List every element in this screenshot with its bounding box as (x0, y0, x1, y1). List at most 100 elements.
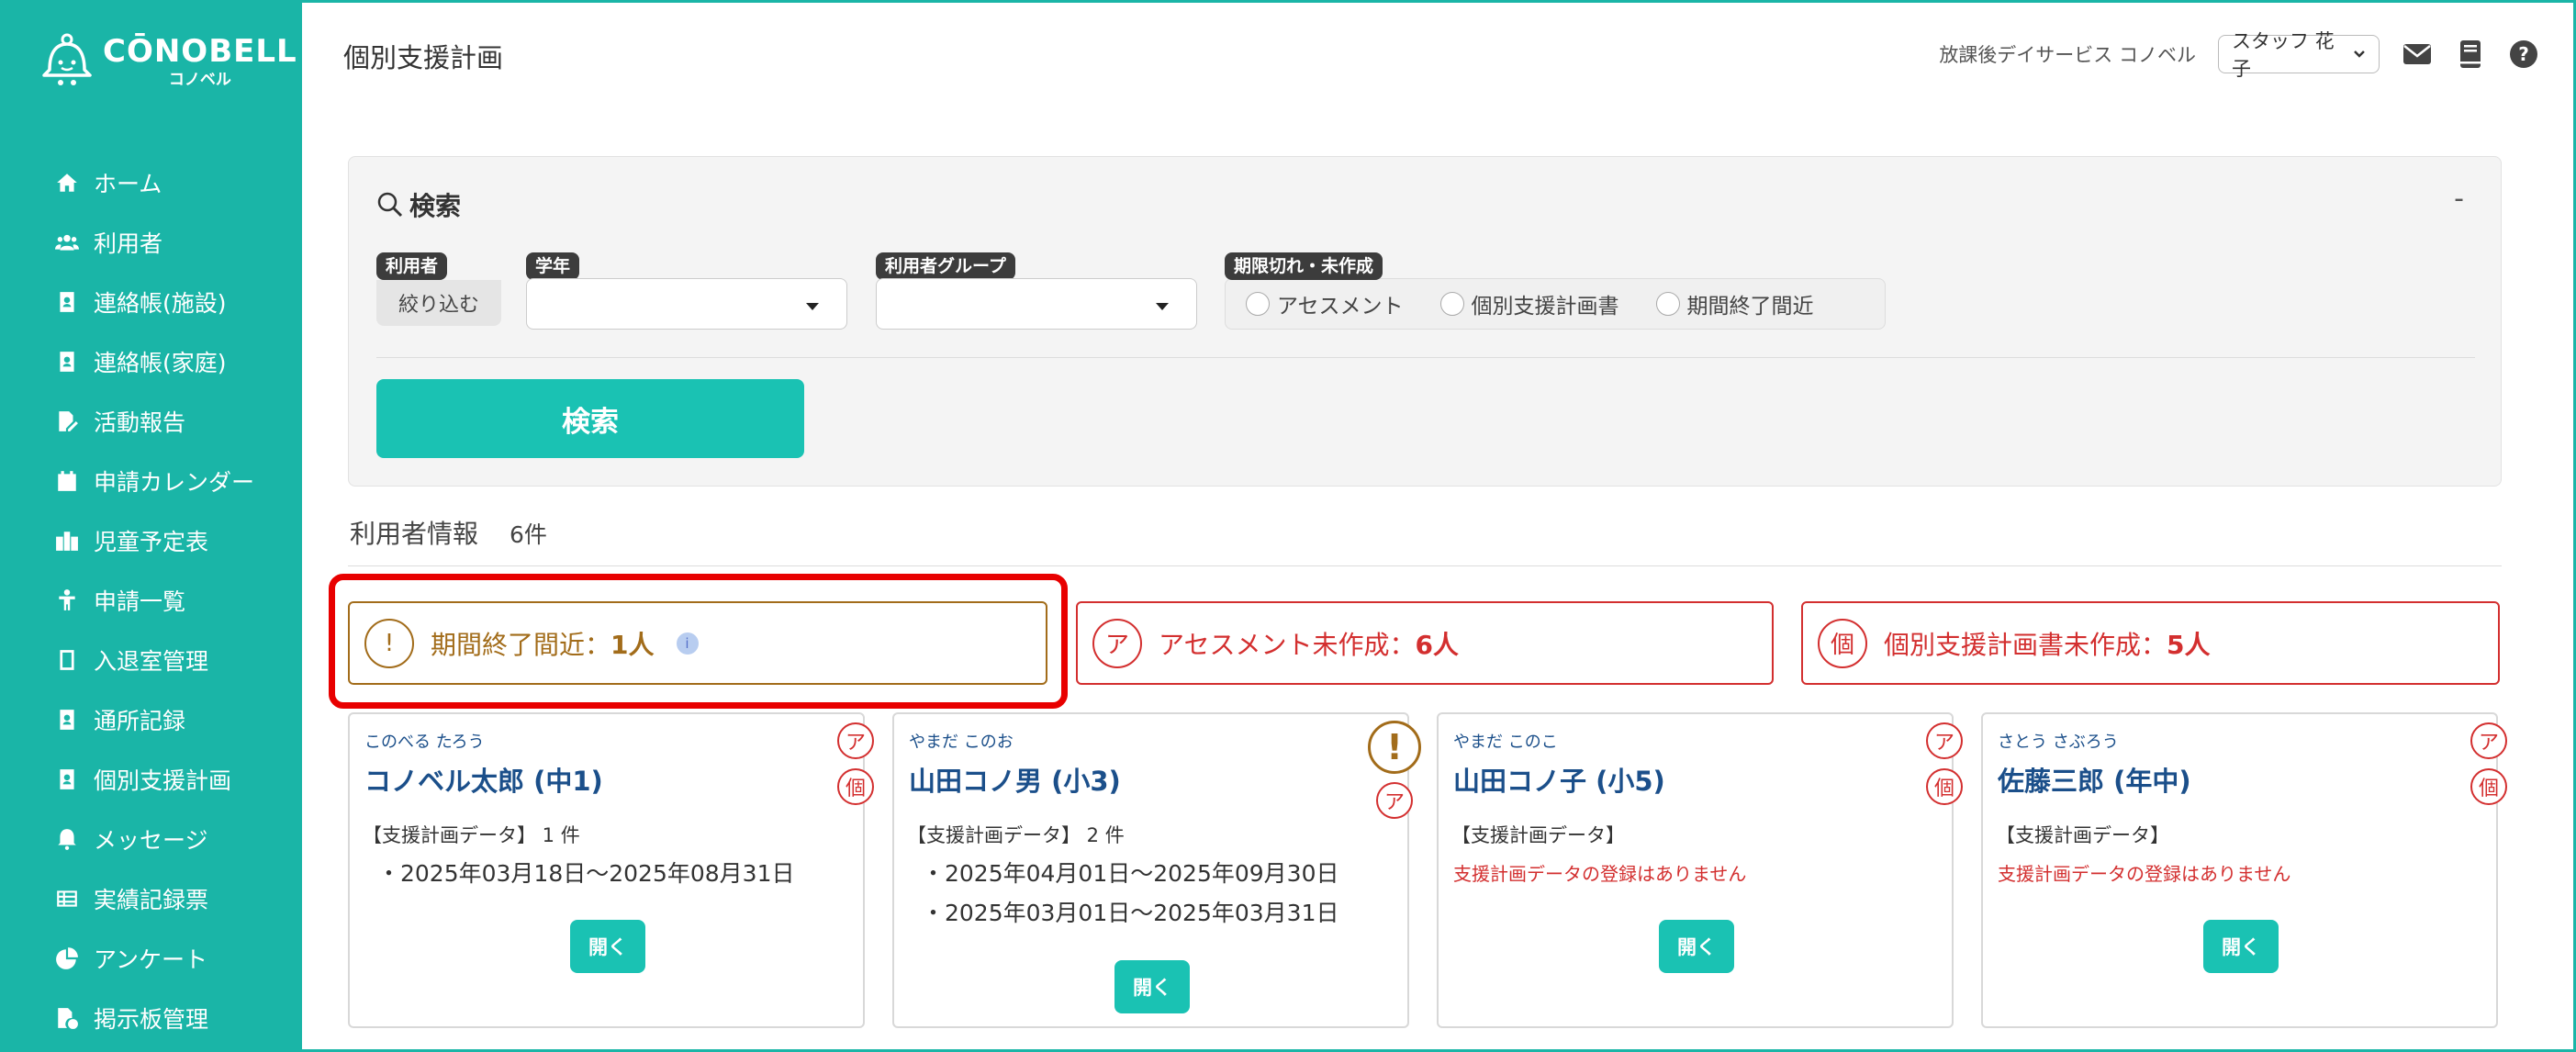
sidebar-item-label: 個別支援計画 (94, 767, 232, 794)
sidebar-item-applications[interactable]: 申請一覧 (53, 570, 254, 630)
svg-text:?: ? (2518, 43, 2529, 65)
plan-period: ・2025年03月18日～2025年08月31日 (377, 860, 795, 887)
sidebar-item-label: 申請カレンダー (94, 468, 255, 496)
user-name[interactable]: 山田コノ子 (小5) (1453, 760, 1665, 799)
alert-plan-label: 個別支援計画書未作成： (1884, 629, 2167, 660)
radio-circle[interactable] (1655, 292, 1680, 316)
radio-assessment[interactable]: アセスメント (1246, 288, 1404, 319)
contact-book-icon (53, 348, 81, 375)
sidebar-item-schedule[interactable]: 児童予定表 (53, 510, 254, 570)
staff-select[interactable]: スタッフ 花子 (2218, 30, 2380, 80)
sidebar-item-calendar[interactable]: 申請カレンダー (53, 451, 254, 510)
user-name[interactable]: 山田コノ男 (小3) (909, 760, 1121, 799)
sidebar-item-label: 活動報告 (94, 408, 186, 436)
users-divider (348, 565, 2502, 566)
radio-label: 期間終了間近 (1686, 295, 1814, 319)
help-icon[interactable]: ? (2508, 39, 2539, 70)
user-kana: さとう さぶろう (1998, 733, 2119, 752)
sidebar-item-contact-facility[interactable]: 連絡帳(施設) (53, 272, 254, 331)
alert-assessment[interactable]: ア アセスメント未作成： 6人 (1076, 601, 1774, 685)
grade-select[interactable] (526, 278, 847, 330)
sidebar-item-contact-home[interactable]: 連絡帳(家庭) (53, 331, 254, 391)
group-filter: 利用者グループ (876, 252, 1197, 330)
calendar-icon (53, 467, 81, 495)
group-tag: 利用者グループ (876, 252, 1015, 280)
user-name[interactable]: 佐藤三郎 (年中) (1998, 760, 2191, 799)
contact-book-icon (53, 288, 81, 316)
table-icon (53, 885, 81, 912)
sidebar-item-label: 児童予定表 (94, 528, 209, 555)
collapse-button[interactable]: - (2454, 183, 2464, 215)
search-header[interactable]: 検索 (376, 186, 461, 223)
sidebar-item-activity-report[interactable]: 活動報告 (53, 391, 254, 451)
plan-badge-icon: 個 (2470, 768, 2507, 805)
sidebar-item-support-plan[interactable]: 個別支援計画 (53, 749, 254, 809)
sidebar-item-label: 利用者 (94, 229, 163, 257)
expiry-options: アセスメント 個別支援計画書 期間終了間近 (1225, 278, 1886, 330)
open-button[interactable]: 開く (1114, 960, 1190, 1013)
alert-assessment-value: 6人 (1415, 629, 1459, 660)
mail-icon[interactable] (2402, 39, 2433, 70)
radio-circle[interactable] (1439, 292, 1464, 316)
user-filter: 利用者 絞り込む (376, 252, 501, 326)
sidebar-item-label: ホーム (94, 170, 162, 197)
plan-label: 【支援計画データ】 1 件 (363, 824, 580, 846)
sidebar-item-home[interactable]: ホーム (53, 152, 254, 212)
open-button[interactable]: 開く (1659, 920, 1734, 973)
sidebar-item-users[interactable]: 利用者 (53, 212, 254, 272)
no-data-message: 支援計画データの登録はありません (1998, 863, 2291, 885)
expiry-filter: 期限切れ・未作成 アセスメント 個別支援計画書 期間終了間近 (1225, 252, 1886, 330)
sidebar-item-board[interactable]: 掲示板管理 (53, 988, 254, 1047)
plan-badge-icon: 個 (1926, 768, 1963, 805)
book-icon[interactable] (2455, 39, 2486, 70)
grade-filter: 学年 (526, 252, 847, 330)
plan-label: 【支援計画データ】 (1451, 824, 1625, 846)
users-info-title: 利用者情報 (350, 519, 479, 549)
sidebar-item-messages[interactable]: メッセージ (53, 809, 254, 868)
search-divider (376, 357, 2475, 358)
grade-tag: 学年 (526, 252, 580, 280)
bell-logo-icon (42, 33, 92, 85)
sidebar-item-survey[interactable]: アンケート (53, 928, 254, 988)
sidebar-item-performance[interactable]: 実績記録票 (53, 868, 254, 928)
sidebar: CŌNOBELL コノベル ホーム 利用者 連絡帳(施設) 連絡帳(家庭) 活動… (0, 0, 302, 1052)
assessment-badge-icon: ア (2470, 722, 2507, 759)
sidebar-item-label: 連絡帳(施設) (94, 289, 227, 317)
sidebar-nav: ホーム 利用者 連絡帳(施設) 連絡帳(家庭) 活動報告 申請カレンダー 児童予… (53, 152, 254, 1047)
search-icon (377, 192, 403, 218)
assessment-badge-icon: ア (1376, 782, 1413, 819)
users-info: 利用者情報 6件 (350, 514, 547, 551)
user-card: さとう さぶろう 佐藤三郎 (年中) 【支援計画データ】 支援計画データの登録は… (1981, 712, 2507, 1028)
page-title: 個別支援計画 (343, 42, 504, 73)
bell-icon (53, 825, 81, 853)
search-title: 検索 (409, 191, 462, 221)
group-select[interactable] (876, 278, 1197, 330)
plan-badge-icon: 個 (1818, 618, 1867, 668)
sidebar-item-entry-exit[interactable]: 入退室管理 (53, 630, 254, 689)
no-data-message: 支援計画データの登録はありません (1453, 863, 1747, 885)
topbar: 放課後デイサービス コノベル スタッフ 花子 ? (1939, 30, 2539, 80)
alert-plan[interactable]: 個 個別支援計画書未作成： 5人 (1801, 601, 2500, 685)
highlight-box (329, 574, 1068, 709)
plan-icon (53, 766, 81, 793)
search-button[interactable]: 検索 (376, 379, 804, 458)
board-icon (53, 1004, 81, 1032)
brand-logo[interactable]: CŌNOBELL コノベル (40, 33, 297, 90)
plan-period: ・2025年03月01日～2025年03月31日 (922, 900, 1339, 926)
radio-label: 個別支援計画書 (1471, 295, 1619, 319)
sidebar-item-label: 実績記録票 (94, 886, 209, 913)
open-button[interactable]: 開く (570, 920, 645, 973)
plan-badge-icon: 個 (837, 768, 874, 805)
sidebar-item-label: 申請一覧 (94, 588, 186, 615)
alert-assessment-label: アセスメント未作成： (1159, 629, 1416, 660)
radio-circle[interactable] (1246, 292, 1270, 316)
sidebar-item-attendance[interactable]: 通所記録 (53, 689, 254, 749)
building-icon (53, 527, 81, 554)
radio-near-end[interactable]: 期間終了間近 (1655, 288, 1814, 319)
open-button[interactable]: 開く (2203, 920, 2279, 973)
alert-plan-value: 5人 (2167, 629, 2211, 660)
expiry-tag: 期限切れ・未作成 (1225, 252, 1383, 280)
user-name[interactable]: コノベル太郎 (中1) (364, 760, 603, 799)
narrow-button[interactable]: 絞り込む (376, 280, 501, 326)
radio-support-plan[interactable]: 個別支援計画書 (1439, 288, 1619, 319)
